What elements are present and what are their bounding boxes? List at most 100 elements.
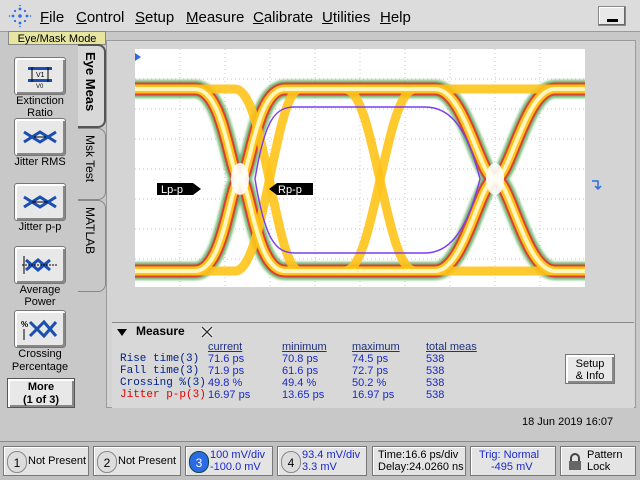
trigger-mode: Trig: Normal xyxy=(479,449,540,461)
eye-traces xyxy=(135,80,585,280)
jitter-pp-maximum: 16.97 ps xyxy=(352,389,395,401)
mode-label: Eye/Mask Mode xyxy=(8,31,106,45)
channel-3-offset: -100.0 mV xyxy=(210,461,261,473)
setup-info-label-1: Setup xyxy=(575,358,605,370)
channel-4-scale: 93.4 mV/div xyxy=(302,449,361,461)
extinction-ratio-button[interactable]: V1 V0 xyxy=(14,57,66,95)
tab-eye-meas-label: Eye Meas xyxy=(83,52,98,112)
measurement-panel: Measure current minimum maximum total me… xyxy=(112,322,634,408)
channel-2-label: Not Present xyxy=(118,455,177,467)
lock-icon xyxy=(569,453,581,470)
meas-name-fall-time: Fall time(3) xyxy=(120,365,200,377)
eye-diagram[interactable]: Lp-p Rp-p xyxy=(135,49,585,287)
fall-time-total: 538 xyxy=(426,365,445,377)
header-minimum: minimum xyxy=(282,341,327,353)
channel-3-scale: 100 mV/div xyxy=(210,449,266,461)
crossing-percentage-label-2: Percentage xyxy=(11,361,69,373)
trigger-level: -495 mV xyxy=(491,461,533,473)
menu-calibrate[interactable]: Calibrate xyxy=(253,9,313,26)
tab-matlab-label: MATLAB xyxy=(83,207,97,255)
header-total-meas: total meas xyxy=(426,341,477,353)
crossing-point-right xyxy=(486,163,504,195)
channel-3-button[interactable]: 3 100 mV/div -100.0 mV xyxy=(185,446,273,476)
marker-lpp[interactable]: Lp-p xyxy=(157,183,201,196)
extinction-ratio-icon: V1 V0 xyxy=(28,67,52,89)
meas-name-jitter-pp: Jitter p-p(3) xyxy=(120,389,206,401)
trigger-level-marker-icon xyxy=(135,53,141,61)
setup-info-button[interactable]: Setup & Info xyxy=(565,354,615,384)
pattern-lock-label-2: Lock xyxy=(587,461,611,473)
menu-file[interactable]: File xyxy=(40,9,64,26)
marker-rpp-text: Rp-p xyxy=(278,184,302,196)
date-time: 18 Jun 2019 16:07 xyxy=(522,416,614,428)
menu-control[interactable]: Control xyxy=(76,9,124,26)
jitter-rms-icon xyxy=(23,130,57,144)
crossing-percentage-label-1: Crossing xyxy=(18,348,62,360)
channel-4-button[interactable]: 4 93.4 mV/div 3.3 mV xyxy=(277,446,367,476)
crossing-percentage-icon: % xyxy=(21,319,58,340)
fall-time-minimum: 61.6 ps xyxy=(282,365,319,377)
menu-setup[interactable]: Setup xyxy=(135,9,174,26)
channel-3-badge: 3 xyxy=(189,451,209,473)
more-label: More xyxy=(27,381,55,393)
measure-title: Measure xyxy=(136,324,185,338)
jitter-rms-button[interactable] xyxy=(14,118,66,156)
channel-2-badge: 2 xyxy=(97,451,117,473)
channel-4-badge: 4 xyxy=(281,451,301,473)
channel-2-button[interactable]: 2 Not Present xyxy=(93,446,181,476)
svg-text:V1: V1 xyxy=(36,72,45,79)
average-power-label-2: Power xyxy=(24,296,56,308)
timebase-scale: Time:16.6 ps/div xyxy=(378,449,459,461)
channel-1-label: Not Present xyxy=(28,455,87,467)
fall-time-maximum: 72.7 ps xyxy=(352,365,389,377)
more-button[interactable]: More (1 of 3) xyxy=(7,378,75,408)
jitter-pp-button[interactable] xyxy=(14,183,66,221)
channel-1-badge: 1 xyxy=(7,451,27,473)
agilent-logo-icon xyxy=(8,4,32,28)
jitter-pp-total: 538 xyxy=(426,389,445,401)
timebase-delay: Delay:24.0260 ns xyxy=(378,461,464,473)
tab-matlab[interactable]: MATLAB xyxy=(78,200,106,292)
channel-offset-marker-icon xyxy=(592,180,602,191)
crossing-current: 49.8 % xyxy=(208,377,243,389)
menu-help[interactable]: Help xyxy=(380,9,411,26)
marker-lpp-text: Lp-p xyxy=(161,184,183,196)
crossing-maximum: 50.2 % xyxy=(352,377,387,389)
svg-text:%: % xyxy=(21,320,28,329)
tab-msk-test-label: Msk Test xyxy=(83,135,97,183)
channel-4-offset: 3.3 mV xyxy=(302,461,337,473)
jitter-pp-minimum: 13.65 ps xyxy=(282,389,325,401)
header-current: current xyxy=(208,341,243,353)
channel-1-button[interactable]: 1 Not Present xyxy=(3,446,89,476)
pattern-lock-label-1: Pattern xyxy=(587,449,623,461)
jitter-pp-current: 16.97 ps xyxy=(208,389,251,401)
minimize-icon xyxy=(607,19,618,22)
crossing-point-left xyxy=(231,163,249,195)
tab-msk-test[interactable]: Msk Test xyxy=(78,128,106,200)
rise-time-total: 538 xyxy=(426,353,445,365)
timebase-button[interactable]: Time:16.6 ps/div Delay:24.0260 ns xyxy=(372,446,466,476)
fall-time-current: 71.9 ps xyxy=(208,365,245,377)
meas-name-crossing: Crossing %(3) xyxy=(120,377,206,389)
svg-text:V0: V0 xyxy=(36,84,44,89)
trigger-button[interactable]: Trig: Normal -495 mV xyxy=(470,446,556,476)
crossing-percentage-button[interactable]: % xyxy=(14,310,66,348)
jitter-pp-label: Jitter p-p xyxy=(18,221,62,233)
jitter-pp-icon xyxy=(23,195,57,209)
tab-eye-meas[interactable]: Eye Meas xyxy=(78,44,106,128)
menu-utilities[interactable]: Utilities xyxy=(322,9,370,26)
minimize-button[interactable] xyxy=(598,6,626,26)
pattern-lock-button[interactable]: Pattern Lock xyxy=(560,446,636,476)
average-power-button[interactable] xyxy=(14,246,66,284)
sidebar: V1 V0 Extinction Ratio Jitter RMS Jitter… xyxy=(0,45,80,415)
jitter-rms-label: Jitter RMS xyxy=(14,156,66,168)
close-icon[interactable] xyxy=(200,325,214,339)
meas-name-rise-time: Rise time(3) xyxy=(120,353,200,365)
collapse-triangle-icon[interactable] xyxy=(116,326,128,338)
more-sub-label: (1 of 3) xyxy=(22,394,60,406)
crossing-minimum: 49.4 % xyxy=(282,377,317,389)
average-power-icon xyxy=(22,256,58,274)
status-bar: 1 Not Present 2 Not Present 3 100 mV/div… xyxy=(0,441,640,480)
menu-measure[interactable]: Measure xyxy=(186,9,244,26)
rise-time-maximum: 74.5 ps xyxy=(352,353,389,365)
